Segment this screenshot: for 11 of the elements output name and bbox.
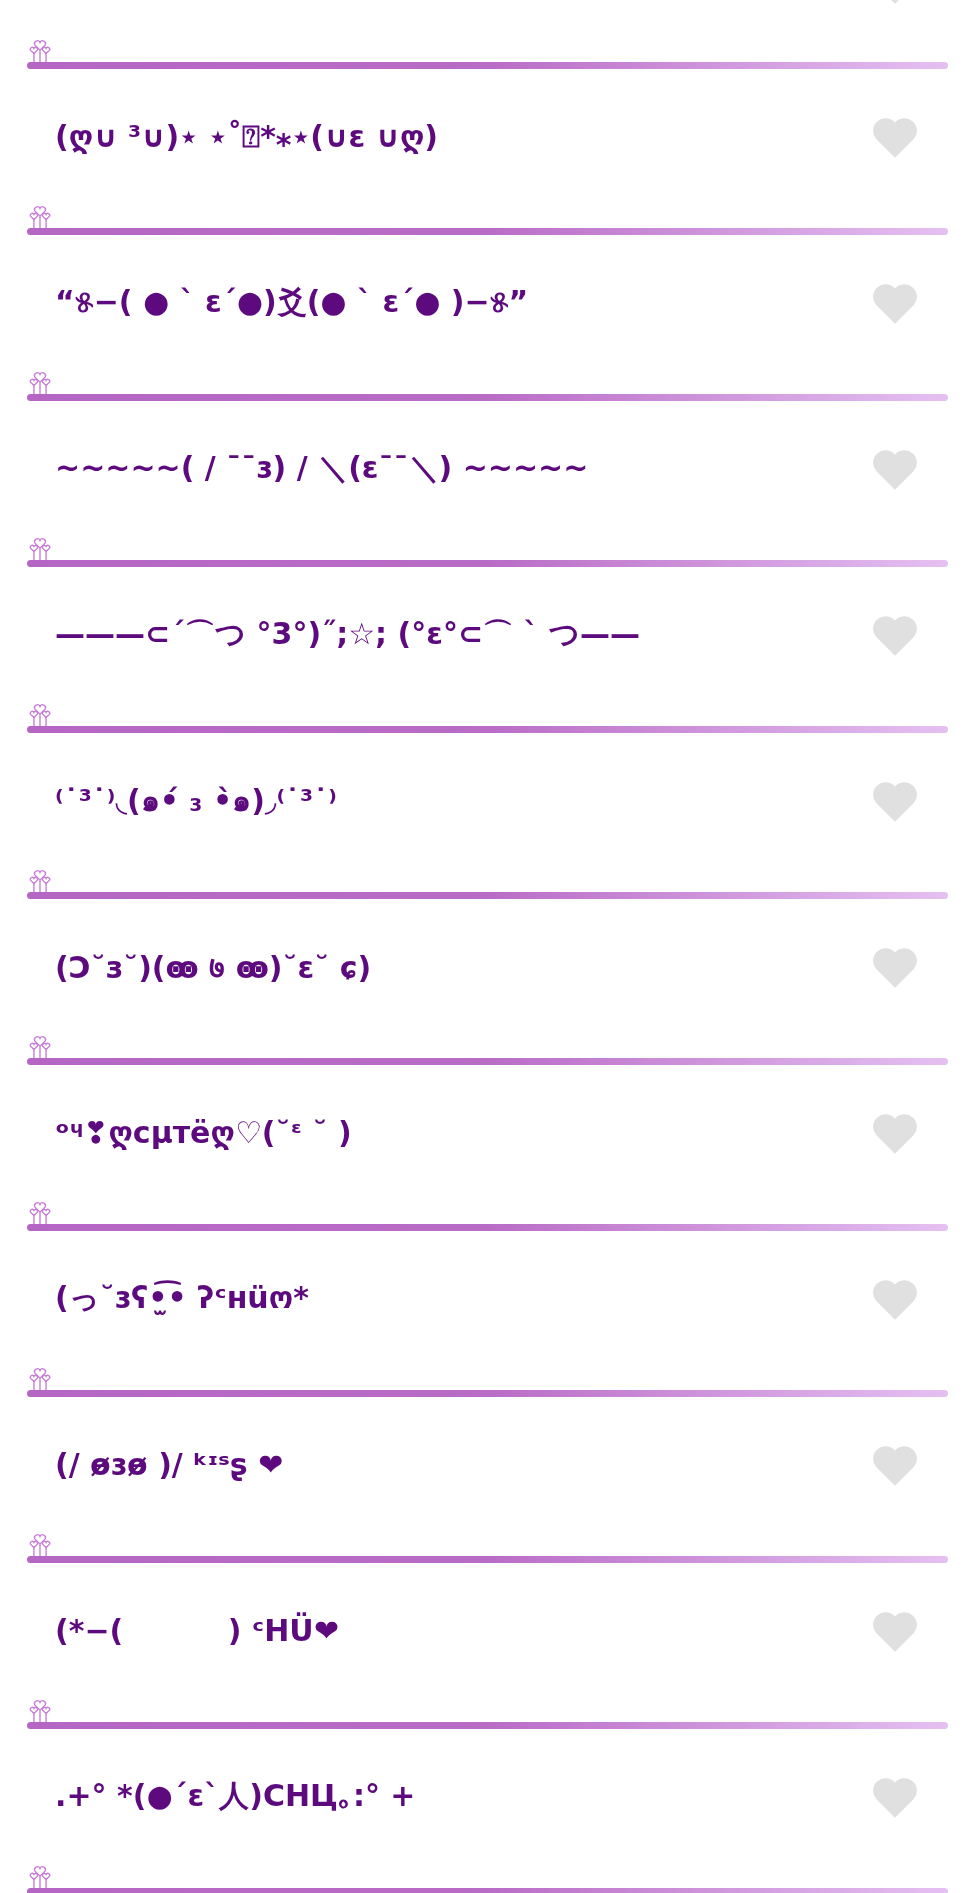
kaomoji-text[interactable]: (*−( ) ᶜHÜ❤ (55, 1613, 339, 1648)
kaomoji-text[interactable]: ~~~~~( / ¯¯ɜ) / ＼(ε¯¯＼) ~~~~~ (55, 448, 589, 489)
kaomoji-text[interactable]: “୫−( ● ` ε´●)爻(● ` ε´● )−୫” (55, 282, 529, 323)
kaomoji-text[interactable]: (Ↄ˘з˘)(ꙭ ७ ꙭ)˘ε˘ ɕ) (55, 946, 372, 987)
kaomoji-text[interactable]: (ღ∪ ³∪)⋆ ⋆˚⍰*⁎⋆(∪ε ∪ღ) (55, 118, 439, 155)
kaomoji-text[interactable]: ———⊂´⌒つ °3°)˝;☆; (°ε°⊂⌒ ` つ—— (55, 614, 640, 655)
kaomoji-text[interactable]: (っ˘ɜʕ•̫͡• ʔᶜнüო* (55, 1278, 309, 1319)
kaomoji-text[interactable]: (/ ɵ̷ɜɵ̷ )/ ᵏᶦˢʂ ❤ (55, 1447, 284, 1482)
kaomoji-text[interactable]: ᵒᶣ❣ღcμтёღ♡(˘ᵋ ˘ ) (55, 1115, 352, 1150)
kaomoji-text[interactable]: .+° *(●´ε`人)CHЦ｡:° + (55, 1776, 416, 1817)
kaomoji-text[interactable]: ⁽˙³˙⁾◟(๑•́ ₃ •̀๑)◞⁽˙³˙⁾ (55, 777, 337, 824)
